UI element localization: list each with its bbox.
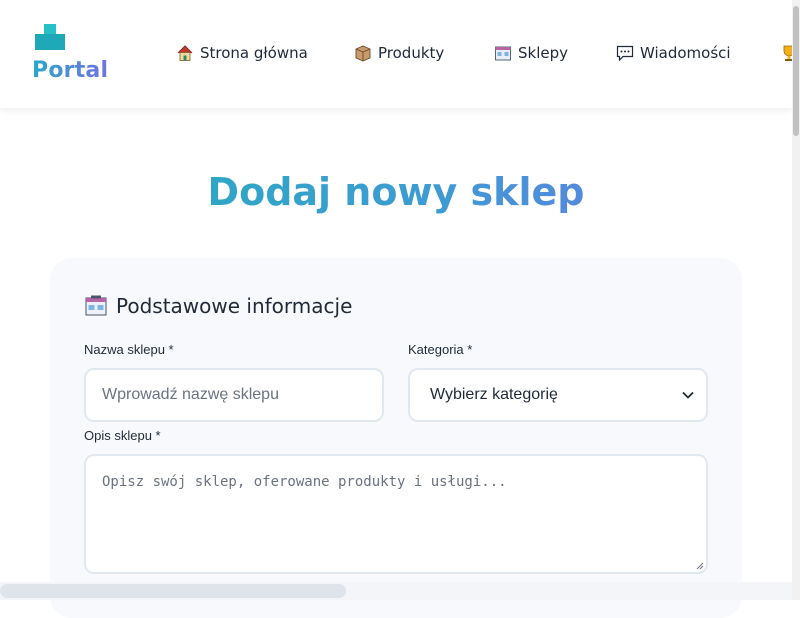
page-title: Dodaj nowy sklep	[0, 170, 792, 214]
nav-item-home[interactable]: Strona główna	[176, 44, 308, 62]
horizontal-scrollbar-thumb[interactable]	[0, 584, 346, 598]
section-header: Podstawowe informacje	[84, 294, 352, 318]
description-placeholder: Opisz swój sklep, oferowane produkty i u…	[102, 474, 507, 490]
scrollbar-corner	[792, 582, 800, 600]
speech-bubble-icon	[616, 45, 634, 62]
description-label: Opis sklepu *	[84, 428, 161, 443]
horizontal-scrollbar[interactable]	[0, 582, 792, 600]
form-card: Podstawowe informacje Nazwa sklepu * Kat…	[50, 258, 742, 618]
shop-name-input[interactable]: Wprowadź nazwę sklepu	[84, 368, 384, 422]
chevron-down-icon	[682, 391, 694, 399]
shop-name-placeholder: Wprowadź nazwę sklepu	[102, 386, 279, 403]
nav-label-products: Produkty	[378, 44, 445, 62]
logo-mark-icon	[35, 24, 65, 50]
section-title: Podstawowe informacje	[116, 294, 353, 318]
store-icon	[495, 46, 511, 61]
shop-name-label: Nazwa sklepu *	[84, 342, 174, 357]
top-header: Portal Strona główna Produkty Sklepy Wia…	[0, 0, 795, 108]
nav-item-shops[interactable]: Sklepy	[494, 44, 568, 62]
resize-handle-icon[interactable]	[694, 560, 704, 570]
store-icon	[85, 295, 107, 316]
vertical-scrollbar[interactable]	[792, 0, 800, 582]
nav-label-home: Strona główna	[200, 44, 308, 62]
nav-item-products[interactable]: Produkty	[354, 44, 444, 62]
nav-label-shops: Sklepy	[518, 44, 569, 62]
house-icon	[177, 45, 193, 61]
logo[interactable]: Portal	[32, 22, 112, 92]
logo-text: Portal	[32, 58, 109, 83]
package-icon	[355, 45, 371, 62]
description-textarea[interactable]: Opisz swój sklep, oferowane produkty i u…	[84, 454, 708, 574]
vertical-scrollbar-thumb[interactable]	[793, 6, 799, 136]
category-selected-value: Wybierz kategorię	[430, 386, 558, 403]
category-label: Kategoria *	[408, 342, 473, 357]
nav-label-messages: Wiadomości	[640, 44, 731, 62]
category-select[interactable]: Wybierz kategorię	[408, 368, 708, 422]
nav-item-messages[interactable]: Wiadomości	[616, 44, 731, 62]
